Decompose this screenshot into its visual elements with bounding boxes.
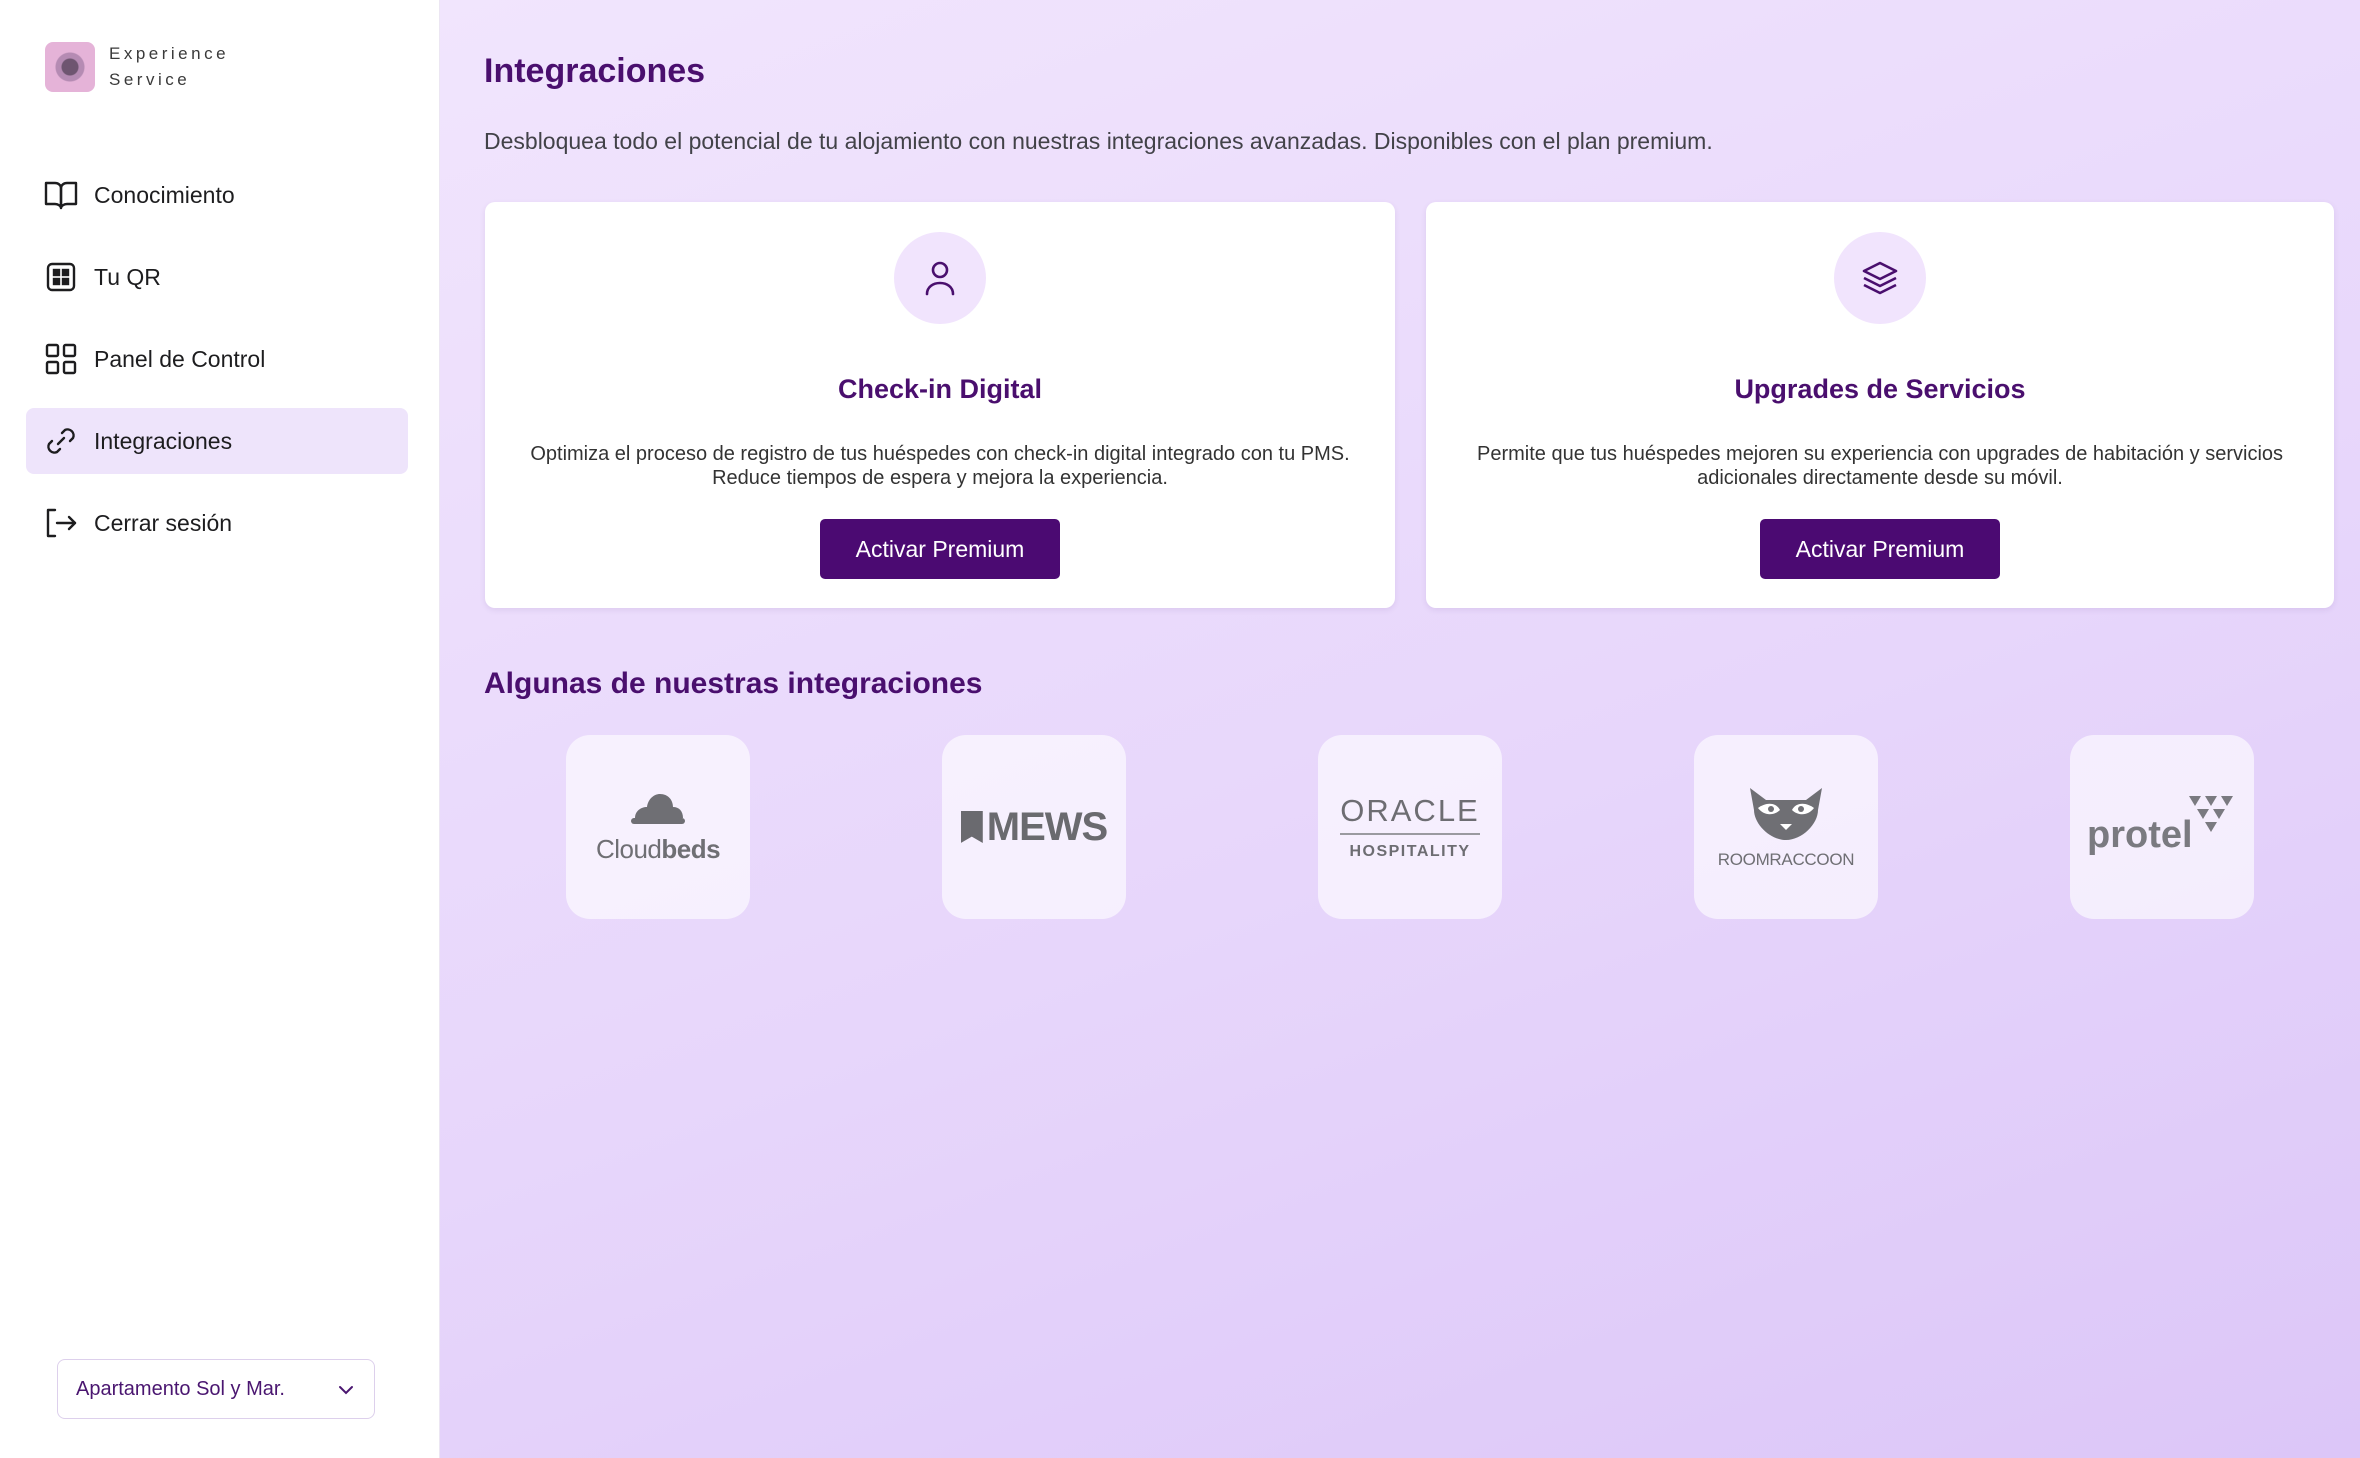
card-description: Permite que tus huéspedes mejoren su exp… bbox=[1476, 443, 2284, 489]
sidebar-item-label: Tu QR bbox=[94, 263, 161, 290]
sidebar-item-label: Cerrar sesión bbox=[94, 509, 233, 536]
sidebar-item-conocimiento[interactable]: Conocimiento bbox=[26, 162, 408, 228]
logo-subtext: HOSPITALITY bbox=[1349, 843, 1471, 860]
user-icon bbox=[894, 232, 986, 324]
sidebar-item-tu-qr[interactable]: Tu QR bbox=[26, 244, 408, 310]
logout-icon bbox=[43, 505, 79, 541]
sidebar-item-label: Panel de Control bbox=[94, 345, 266, 372]
logo-text: protel bbox=[2087, 814, 2193, 856]
logo-text: Cloudbeds bbox=[595, 833, 721, 864]
sidebar-item-integraciones[interactable]: Integraciones bbox=[26, 408, 408, 474]
integration-logo-oracle-hospitality: ORACLE HOSPITALITY bbox=[1318, 735, 1502, 919]
integration-card-check-in: Check-in Digital Optimiza el proceso de … bbox=[485, 202, 1395, 608]
page-subtitle: Desbloquea todo el potencial de tu aloja… bbox=[484, 128, 1713, 154]
integrations-logo-list: Cloudbeds MEWS ORACLE HOSPITALITY ROOMRA… bbox=[566, 735, 2256, 919]
card-title: Check-in Digital bbox=[837, 374, 1043, 404]
cloud-icon bbox=[631, 793, 685, 824]
qr-icon bbox=[43, 259, 79, 295]
sidebar-item-panel-de-control[interactable]: Panel de Control bbox=[26, 326, 408, 392]
dashboard-grid-icon bbox=[43, 341, 79, 377]
logo-text: ORACLE bbox=[1340, 793, 1480, 835]
brand-logo bbox=[45, 42, 95, 92]
layers-icon bbox=[1834, 232, 1926, 324]
sidebar-item-cerrar-sesion[interactable]: Cerrar sesión bbox=[26, 490, 408, 556]
brand[interactable]: Experience Service bbox=[45, 41, 229, 93]
card-title: Upgrades de Servicios bbox=[1734, 374, 2026, 404]
integrations-section-title: Algunas de nuestras integraciones bbox=[484, 667, 983, 700]
brand-line-1: Experience bbox=[109, 44, 230, 63]
brand-line-2: Service bbox=[109, 70, 191, 89]
integration-logo-protel: protel bbox=[2070, 735, 2254, 919]
book-open-icon bbox=[43, 177, 79, 213]
link-icon bbox=[43, 423, 79, 459]
integration-logo-roomraccoon: ROOMRACCOON bbox=[1694, 735, 1878, 919]
main-content: Integraciones Desbloquea todo el potenci… bbox=[440, 0, 2360, 1458]
app-window: Experience Service Conocimiento Tu QR Pa… bbox=[0, 0, 2360, 1458]
integration-logo-cloudbeds: Cloudbeds bbox=[566, 735, 750, 919]
card-description: Optimiza el proceso de registro de tus h… bbox=[530, 443, 1350, 489]
logo-wrap: protel bbox=[2087, 792, 2237, 862]
activar-premium-button[interactable]: Activar Premium bbox=[820, 519, 1060, 579]
sidebar: Experience Service Conocimiento Tu QR Pa… bbox=[0, 0, 440, 1458]
sidebar-item-label: Conocimiento bbox=[94, 181, 235, 208]
sidebar-item-label: Integraciones bbox=[94, 427, 233, 454]
logo-text: ROOMRACCOON bbox=[1717, 850, 1855, 869]
activar-premium-button[interactable]: Activar Premium bbox=[1760, 519, 2000, 579]
integration-card-upgrades: Upgrades de Servicios Permite que tus hu… bbox=[1426, 202, 2334, 608]
page-title: Integraciones bbox=[484, 52, 706, 90]
triangles-icon bbox=[2189, 796, 2233, 832]
logo-text: MEWS bbox=[960, 805, 1108, 850]
brand-name: Experience Service bbox=[109, 41, 229, 93]
property-select-value: Apartamento Sol y Mar. bbox=[76, 1377, 285, 1400]
chevron-down-icon bbox=[338, 1378, 354, 1401]
property-select[interactable]: Apartamento Sol y Mar. bbox=[57, 1359, 375, 1419]
sidebar-nav: Conocimiento Tu QR Panel de Control Inte… bbox=[26, 162, 408, 572]
raccoon-icon bbox=[1750, 788, 1822, 840]
bookmark-icon bbox=[960, 811, 983, 843]
integration-logo-mews: MEWS bbox=[942, 735, 1126, 919]
